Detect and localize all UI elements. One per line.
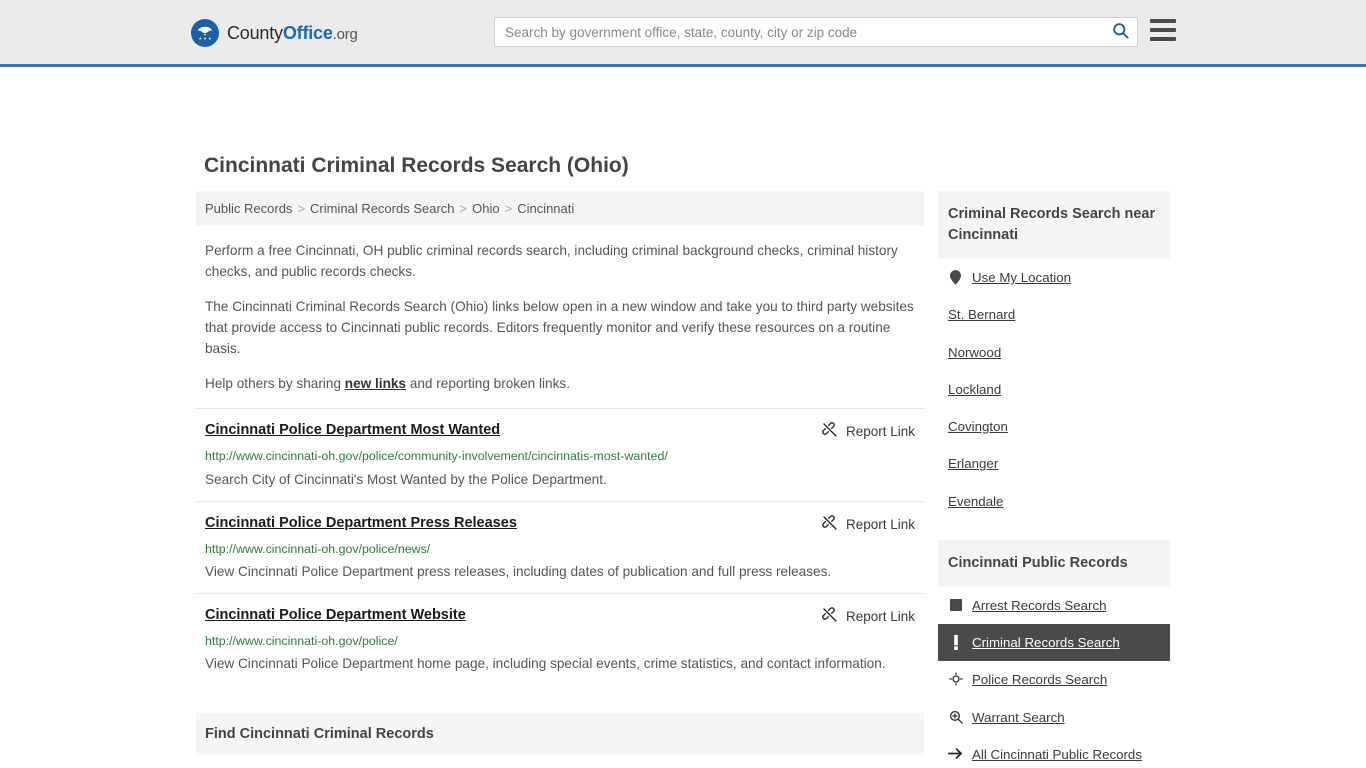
sidebar-item-use-my-location[interactable]: Use My Location (938, 259, 1170, 296)
logo-word-office: Office (282, 22, 333, 43)
find-records-body: Cincinnati Criminal Records contain an i… (196, 755, 924, 768)
sidebar-item-police-records-search[interactable]: Police Records Search (938, 661, 1170, 698)
hamburger-menu-icon[interactable] (1150, 19, 1176, 41)
search-icon (1111, 21, 1130, 43)
resource-link-row: Cincinnati Police Department Press Relea… (205, 514, 915, 534)
sidebar-item-city[interactable]: Lockland (938, 371, 1170, 408)
logo-wordmark: CountyOffice.org (227, 23, 358, 44)
resource-link-description: View Cincinnati Police Department home p… (205, 655, 886, 671)
square-icon (948, 597, 963, 613)
resource-link-url: http://www.cincinnati-oh.gov/police/ (205, 633, 398, 648)
exclamation-icon (948, 634, 963, 650)
intro-p3-after: and reporting broken links. (406, 376, 570, 392)
sidebar-item-criminal-records-search[interactable]: Criminal Records Search (938, 624, 1170, 662)
broken-link-icon (822, 422, 838, 441)
search-bar[interactable] (494, 17, 1138, 47)
resource-link-title[interactable]: Cincinnati Police Department Most Wanted (205, 421, 500, 440)
sidebar-nearby-heading: Criminal Records Search near Cincinnati (938, 191, 1170, 260)
sidebar-link-warrant-search[interactable]: Warrant Search (972, 708, 1065, 727)
report-link-label: Report Link (845, 424, 915, 440)
hamburger-bar (1150, 19, 1176, 23)
intro-section: Perform a free Cincinnati, OH public cri… (196, 240, 924, 394)
sidebar-link-city-st-bernard[interactable]: St. Bernard (948, 305, 1015, 324)
report-link-button[interactable]: Report Link (822, 606, 915, 626)
breadcrumb-separator: > (297, 201, 306, 216)
sidebar: Criminal Records Search near Cincinnati … (938, 191, 1170, 768)
new-links-link[interactable]: new links (345, 376, 406, 391)
resource-link-title[interactable]: Cincinnati Police Department Website (205, 606, 466, 625)
resource-link-item: Cincinnati Police Department Website Rep… (196, 592, 924, 685)
sidebar-item-arrest-records-search[interactable]: Arrest Records Search (938, 587, 1170, 624)
sidebar-link-city-evendale[interactable]: Evendale (948, 492, 1003, 511)
logo-word-county: County (227, 22, 283, 43)
report-link-button[interactable]: Report Link (822, 514, 915, 534)
hamburger-bar (1150, 28, 1176, 32)
sidebar-item-city[interactable]: Norwood (938, 334, 1170, 371)
page-title: Cincinnati Criminal Records Search (Ohio… (204, 154, 629, 177)
resource-link-row: Cincinnati Police Department Most Wanted… (205, 421, 915, 441)
hamburger-bar (1150, 37, 1176, 41)
sidebar-item-city[interactable]: St. Bernard (938, 296, 1170, 333)
resource-link-list: Cincinnati Police Department Most Wanted… (196, 408, 924, 684)
site-logo[interactable]: CountyOffice.org (191, 19, 358, 47)
sidebar-nearby-list: Use My Location St. Bernard Norwood Lock… (938, 259, 1170, 520)
arrow-right-icon (948, 746, 963, 762)
sidebar-link-all-public-records[interactable]: All Cincinnati Public Records (Ohio) (972, 745, 1160, 768)
breadcrumb-item-public-records[interactable]: Public Records (205, 201, 292, 216)
intro-p3-before: Help others by sharing (205, 376, 345, 392)
intro-paragraph-2: The Cincinnati Criminal Records Search (… (205, 299, 914, 357)
sidebar-link-police-records-search[interactable]: Police Records Search (972, 670, 1107, 689)
search-button[interactable] (1103, 18, 1137, 46)
resource-link-description: Search City of Cincinnati's Most Wanted … (205, 471, 607, 487)
countyoffice-eagle-logo-icon (191, 19, 219, 47)
sidebar-link-city-covington[interactable]: Covington (948, 417, 1008, 436)
report-link-button[interactable]: Report Link (822, 421, 915, 441)
main-content: Public Records > Criminal Records Search… (196, 191, 924, 768)
resource-link-url: http://www.cincinnati-oh.gov/police/news… (205, 541, 431, 556)
logo-suffix: .org (332, 25, 358, 43)
map-pin-icon (948, 269, 963, 285)
sidebar-public-records-section: Cincinnati Public Records Arrest Records… (938, 539, 1170, 768)
sidebar-link-city-erlanger[interactable]: Erlanger (948, 454, 998, 473)
report-link-label: Report Link (845, 516, 915, 532)
broken-link-icon (822, 514, 838, 534)
sidebar-item-all-public-records[interactable]: All Cincinnati Public Records (Ohio) (938, 736, 1170, 768)
intro-paragraph-1: Perform a free Cincinnati, OH public cri… (205, 243, 898, 280)
find-records-section: Find Cincinnati Criminal Records Cincinn… (196, 712, 924, 768)
broken-link-icon (822, 606, 838, 626)
find-records-heading: Find Cincinnati Criminal Records (196, 712, 924, 755)
resource-link-description: View Cincinnati Police Department press … (205, 563, 832, 579)
sidebar-link-city-norwood[interactable]: Norwood (948, 343, 1001, 362)
breadcrumb-separator: > (459, 201, 468, 216)
resource-link-url: http://www.cincinnati-oh.gov/police/comm… (205, 449, 668, 464)
sidebar-item-warrant-search[interactable]: Warrant Search (938, 699, 1170, 736)
sidebar-item-city[interactable]: Covington (938, 408, 1170, 445)
breadcrumb-item-criminal-records-search[interactable]: Criminal Records Search (310, 201, 455, 216)
sidebar-item-city[interactable]: Evendale (938, 483, 1170, 520)
breadcrumb-item-ohio[interactable]: Ohio (472, 201, 499, 216)
breadcrumb-separator: > (504, 201, 513, 216)
sidebar-link-arrest-records-search[interactable]: Arrest Records Search (972, 596, 1107, 615)
resource-link-row: Cincinnati Police Department Website Rep… (205, 606, 915, 626)
sidebar-link-city-lockland[interactable]: Lockland (948, 380, 1001, 399)
report-link-label: Report Link (845, 608, 915, 624)
resource-link-title[interactable]: Cincinnati Police Department Press Relea… (205, 514, 517, 533)
sidebar-public-records-list: Arrest Records Search Criminal Records S… (938, 587, 1170, 768)
breadcrumb-item-cincinnati[interactable]: Cincinnati (517, 201, 574, 216)
sidebar-item-city[interactable]: Erlanger (938, 445, 1170, 482)
sidebar-public-records-heading: Cincinnati Public Records (938, 539, 1170, 587)
resource-link-item: Cincinnati Police Department Most Wanted… (196, 408, 924, 500)
crosshair-icon (948, 671, 963, 687)
intro-paragraph-3: Help others by sharing new links and rep… (205, 373, 915, 394)
search-input[interactable] (495, 18, 1103, 46)
sidebar-link-criminal-records-search[interactable]: Criminal Records Search (972, 633, 1120, 652)
site-header: CountyOffice.org (0, 0, 1366, 67)
resource-link-item: Cincinnati Police Department Press Relea… (196, 500, 924, 593)
magnifier-plus-icon (948, 709, 963, 725)
breadcrumb: Public Records > Criminal Records Search… (196, 191, 924, 226)
sidebar-link-use-my-location[interactable]: Use My Location (972, 268, 1071, 287)
